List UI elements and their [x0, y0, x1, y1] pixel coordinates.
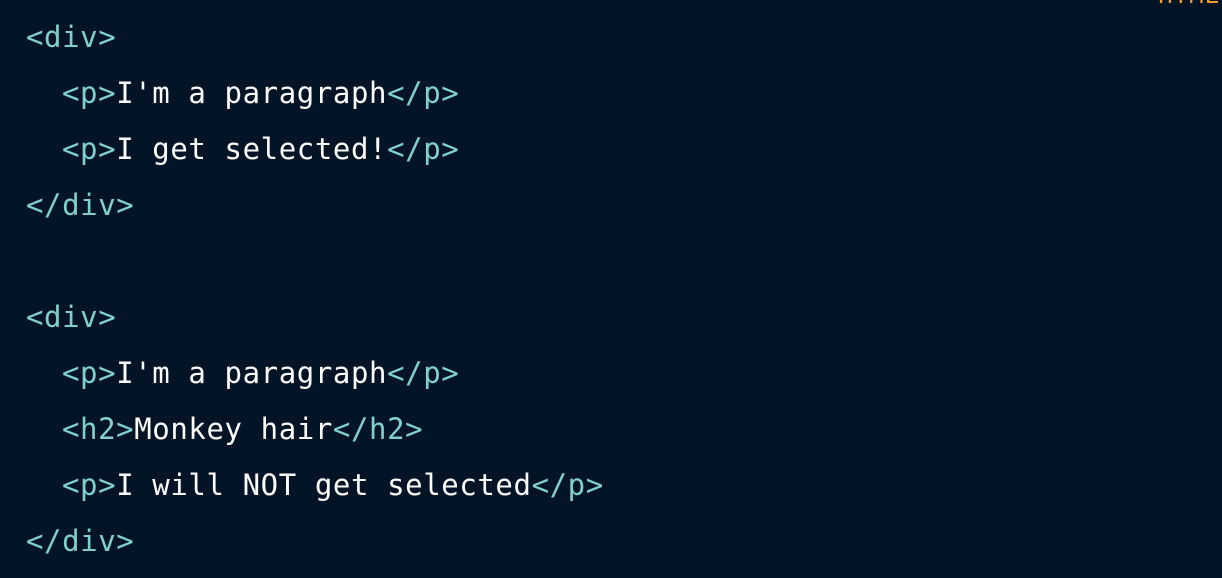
code-lines: <div> <p>I'm a paragraph</p> <p>I get sele…: [26, 14, 1222, 574]
html-tag-token: </p>: [387, 76, 460, 110]
html-tag-token: <div>: [26, 20, 117, 54]
code-line: <p>I get selected!</p>: [26, 126, 1222, 182]
html-tag-token: <h2>: [62, 412, 135, 446]
html-tag-token: </p>: [387, 356, 460, 390]
html-tag-token: <p>: [62, 356, 117, 390]
code-line: <div>: [26, 14, 1222, 70]
code-line: <p>I will NOT get selected</p>: [26, 462, 1222, 518]
code-line: </div>: [26, 518, 1222, 574]
html-tag-token: <p>: [62, 468, 117, 502]
text-token: I will NOT get selected: [116, 468, 532, 502]
text-token: I get selected!: [116, 132, 388, 166]
html-tag-token: <p>: [62, 132, 117, 166]
text-token: I'm a paragraph: [116, 76, 388, 110]
html-tag-token: </p>: [531, 468, 604, 502]
language-label: HTML: [1158, 0, 1220, 9]
html-tag-token: <div>: [26, 300, 117, 334]
text-token: Monkey hair: [134, 412, 333, 446]
code-block: HTML <div><p>I'm a paragraph</p><p>I get…: [0, 0, 1222, 578]
html-tag-token: </div>: [26, 188, 135, 222]
code-line: <h2>Monkey hair</h2>: [26, 406, 1222, 462]
html-tag-token: </h2>: [332, 412, 424, 446]
html-tag-token: </p>: [387, 132, 460, 166]
code-line: <p>I'm a paragraph</p>: [26, 70, 1222, 126]
text-token: I'm a paragraph: [116, 356, 388, 390]
code-line: </div>: [26, 182, 1222, 238]
code-line: <p>I'm a paragraph</p>: [26, 350, 1222, 406]
html-tag-token: <p>: [62, 76, 117, 110]
html-tag-token: </div>: [26, 524, 135, 558]
code-line: <div>: [26, 294, 1222, 350]
